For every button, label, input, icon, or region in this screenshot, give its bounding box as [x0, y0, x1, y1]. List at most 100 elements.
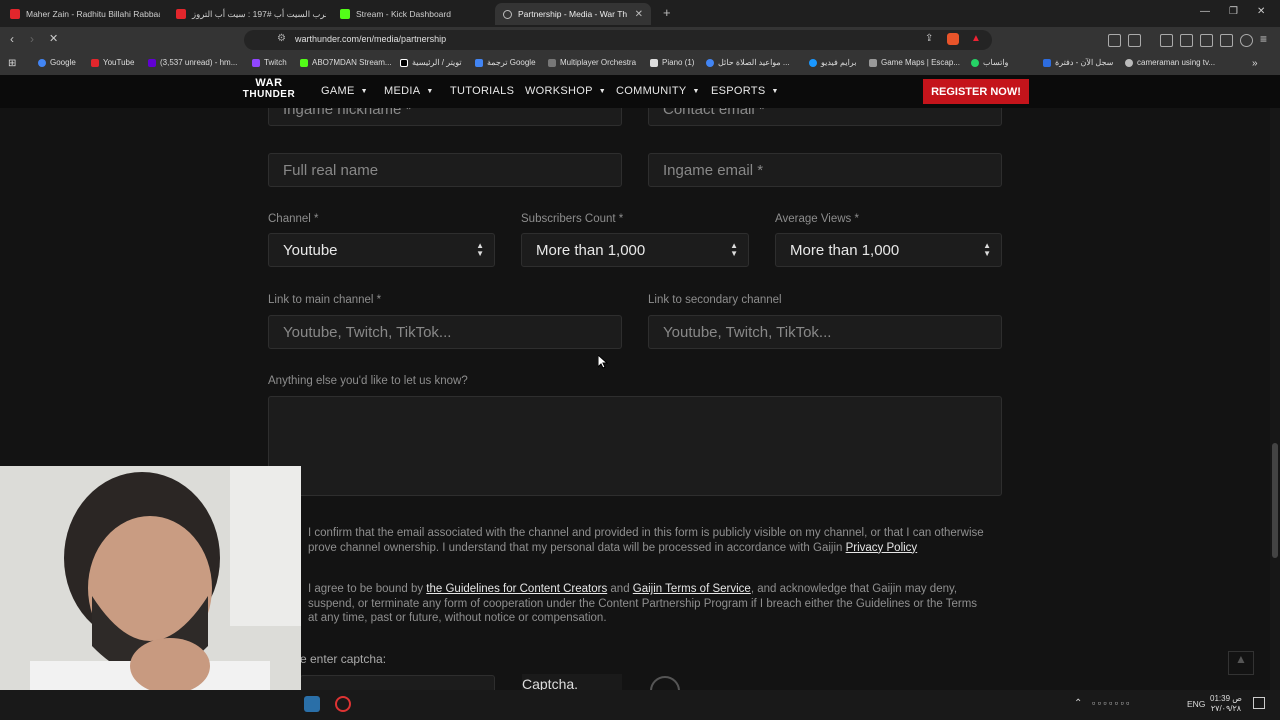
select-arrows-icon: ▲ ▼ [476, 241, 484, 258]
bookmark-game-maps[interactable]: Game Maps | Escap... [869, 58, 960, 67]
close-icon[interactable]: ✕ [635, 9, 643, 20]
screenshot-icon[interactable] [1128, 34, 1141, 47]
bookmark-prayer-times[interactable]: مواعيد الصلاة حائل ... [706, 58, 790, 67]
bookmark-twitter[interactable]: تويتر / الرئيسية [400, 58, 462, 67]
site-settings-icon[interactable]: ⚙ [277, 33, 286, 44]
tab-youtube-video[interactable]: حرب السيت أب #197 : سيت أب التروز .. [176, 3, 326, 25]
ingame-email-field[interactable]: Ingame email * [648, 153, 1002, 187]
captcha-input[interactable] [300, 675, 495, 690]
browser-tab-strip: Maher Zain - Radhitu Billahi Rabbaa حرب … [0, 0, 1280, 27]
war-thunder-logo[interactable]: WAR THUNDER [240, 78, 298, 106]
bookmark-youtube[interactable]: YouTube [91, 58, 134, 67]
share-icon[interactable]: ⇪ [925, 33, 933, 44]
tab-maher-zain[interactable]: Maher Zain - Radhitu Billahi Rabbaa [10, 3, 160, 25]
restore-icon[interactable]: ❐ [1229, 6, 1238, 17]
bookmark-google[interactable]: Google [38, 58, 76, 67]
vpn-icon[interactable] [1240, 34, 1253, 47]
tab-title: Stream - Kick Dashboard [356, 9, 451, 19]
tray-icons[interactable]: ▫ ▫ ▫ ▫ ▫ ▫ ▫ [1092, 698, 1129, 708]
steam-icon[interactable] [304, 696, 320, 712]
page-scrollbar[interactable] [1270, 108, 1280, 690]
bookmark-twitch[interactable]: Twitch [252, 58, 287, 67]
caret-down-icon: ▼ [360, 87, 368, 95]
page-icon [548, 58, 556, 67]
menu-icon[interactable]: ≡ [1260, 32, 1267, 46]
bookmark-daftra[interactable]: سجل الآن - دفترة [1043, 58, 1113, 67]
apps-grid-icon[interactable]: ⊞ [8, 58, 16, 69]
minimize-icon[interactable]: — [1200, 6, 1210, 17]
bookmark-yahoo-mail[interactable]: (3,537 unread) - hm... [148, 58, 237, 67]
caret-down-icon: ▼ [426, 87, 434, 95]
main-channel-label: Link to main channel * [268, 294, 382, 306]
wallet-icon[interactable] [1200, 34, 1213, 47]
leo-ai-icon[interactable] [1220, 34, 1233, 47]
nav-community[interactable]: COMMUNITY ▼ [616, 85, 700, 97]
full-real-name-field[interactable]: Full real name [268, 153, 622, 187]
clock[interactable]: 01:39 ص ٢٧/٠٩/٢٨ [1210, 694, 1242, 714]
daftra-icon [1043, 58, 1051, 67]
tray-chevron-icon[interactable]: ⌃ [1074, 698, 1082, 709]
scrollbar-thumb[interactable] [1272, 443, 1278, 558]
tab-title: Partnership - Media - War Thunder [518, 9, 627, 19]
obs-icon[interactable] [335, 696, 351, 712]
terms-of-service-link[interactable]: Gaijin Terms of Service [633, 583, 751, 595]
new-tab-button[interactable]: + [663, 5, 671, 20]
twitch-icon [252, 58, 260, 67]
caret-down-icon: ▼ [771, 87, 779, 95]
register-now-button[interactable]: REGISTER NOW! [923, 79, 1029, 104]
bookmark-whatsapp[interactable]: واتساب [971, 58, 1008, 67]
average-views-label: Average Views * [775, 213, 859, 225]
bookmark-prime-video[interactable]: برايم فيديو [809, 58, 856, 67]
nav-esports[interactable]: ESPORTS ▼ [711, 85, 779, 97]
media-icon[interactable] [1160, 34, 1173, 47]
main-channel-input[interactable]: Youtube, Twitch, TikTok... [268, 315, 622, 349]
stop-icon[interactable]: ✕ [49, 32, 58, 45]
rewards-icon[interactable]: ▲ [971, 33, 981, 44]
nav-tutorials[interactable]: TUTORIALS [450, 85, 514, 97]
youtube-icon [176, 9, 186, 19]
mouse-cursor-icon [598, 355, 608, 369]
mail-icon [148, 58, 156, 67]
address-bar[interactable]: ⚙ warthunder.com/en/media/partnership ⇪ … [244, 30, 992, 50]
tab-kick-dashboard[interactable]: Stream - Kick Dashboard [340, 3, 490, 25]
forward-icon[interactable]: › [30, 32, 34, 46]
contact-email-field[interactable]: Contact email * [648, 108, 1002, 126]
back-icon[interactable]: ‹ [10, 32, 14, 46]
nav-game[interactable]: GAME ▼ [321, 85, 368, 97]
bookmark-piano[interactable]: Piano (1) [650, 58, 694, 67]
anything-else-textarea[interactable] [268, 396, 1002, 496]
globe-icon [1125, 58, 1133, 67]
privacy-policy-link[interactable]: Privacy Policy [846, 542, 918, 554]
bookmark-cameraman[interactable]: cameraman using tv... [1125, 58, 1215, 67]
sidebar-icon[interactable] [1180, 34, 1193, 47]
tab-partnership[interactable]: Partnership - Media - War Thunder ✕ [495, 3, 651, 25]
brave-shield-icon[interactable] [947, 33, 959, 45]
extensions-icon[interactable] [1108, 34, 1121, 47]
url-text: warthunder.com/en/media/partnership [295, 34, 447, 44]
secondary-channel-input[interactable]: Youtube, Twitch, TikTok... [648, 315, 1002, 349]
subscribers-select[interactable]: More than 1,000 ▲ ▼ [521, 233, 749, 267]
guidelines-link[interactable]: the Guidelines for Content Creators [426, 583, 607, 595]
more-bookmarks-icon[interactable]: » [1252, 58, 1258, 69]
channel-select[interactable]: Youtube ▲ ▼ [268, 233, 495, 267]
bookmark-multiplayer-orchestra[interactable]: Multiplayer Orchestra [548, 58, 636, 67]
close-window-icon[interactable]: ✕ [1257, 6, 1265, 17]
scroll-to-top-button[interactable]: ▲ [1228, 651, 1254, 675]
captcha-label: e enter captcha: [300, 652, 387, 666]
agree-terms-text: I agree to be bound by the Guidelines fo… [308, 583, 978, 624]
language-indicator[interactable]: ENG [1187, 699, 1205, 709]
bookmark-kick-stream[interactable]: ABO7MDAN Stream... [300, 58, 392, 67]
average-views-select[interactable]: More than 1,000 ▲ ▼ [775, 233, 1002, 267]
anything-else-label: Anything else you'd like to let us know? [268, 375, 468, 387]
site-header: WAR THUNDER GAME ▼ MEDIA ▼ TUTORIALS WORKS… [0, 75, 1280, 109]
nav-workshop[interactable]: WORKSHOP ▼ [525, 85, 606, 97]
nav-media[interactable]: MEDIA ▼ [384, 85, 434, 97]
bookmark-google-translate[interactable]: ترجمة Google [475, 58, 536, 67]
caret-down-icon: ▼ [692, 87, 700, 95]
refresh-captcha-icon[interactable] [650, 676, 680, 690]
kick-icon [300, 58, 308, 67]
page-icon [650, 58, 658, 67]
ingame-nickname-field[interactable]: Ingame nickname * [268, 108, 622, 126]
notifications-icon[interactable] [1253, 697, 1265, 709]
bookmarks-bar: ⊞ Google YouTube (3,537 unread) - hm... … [0, 53, 1280, 75]
